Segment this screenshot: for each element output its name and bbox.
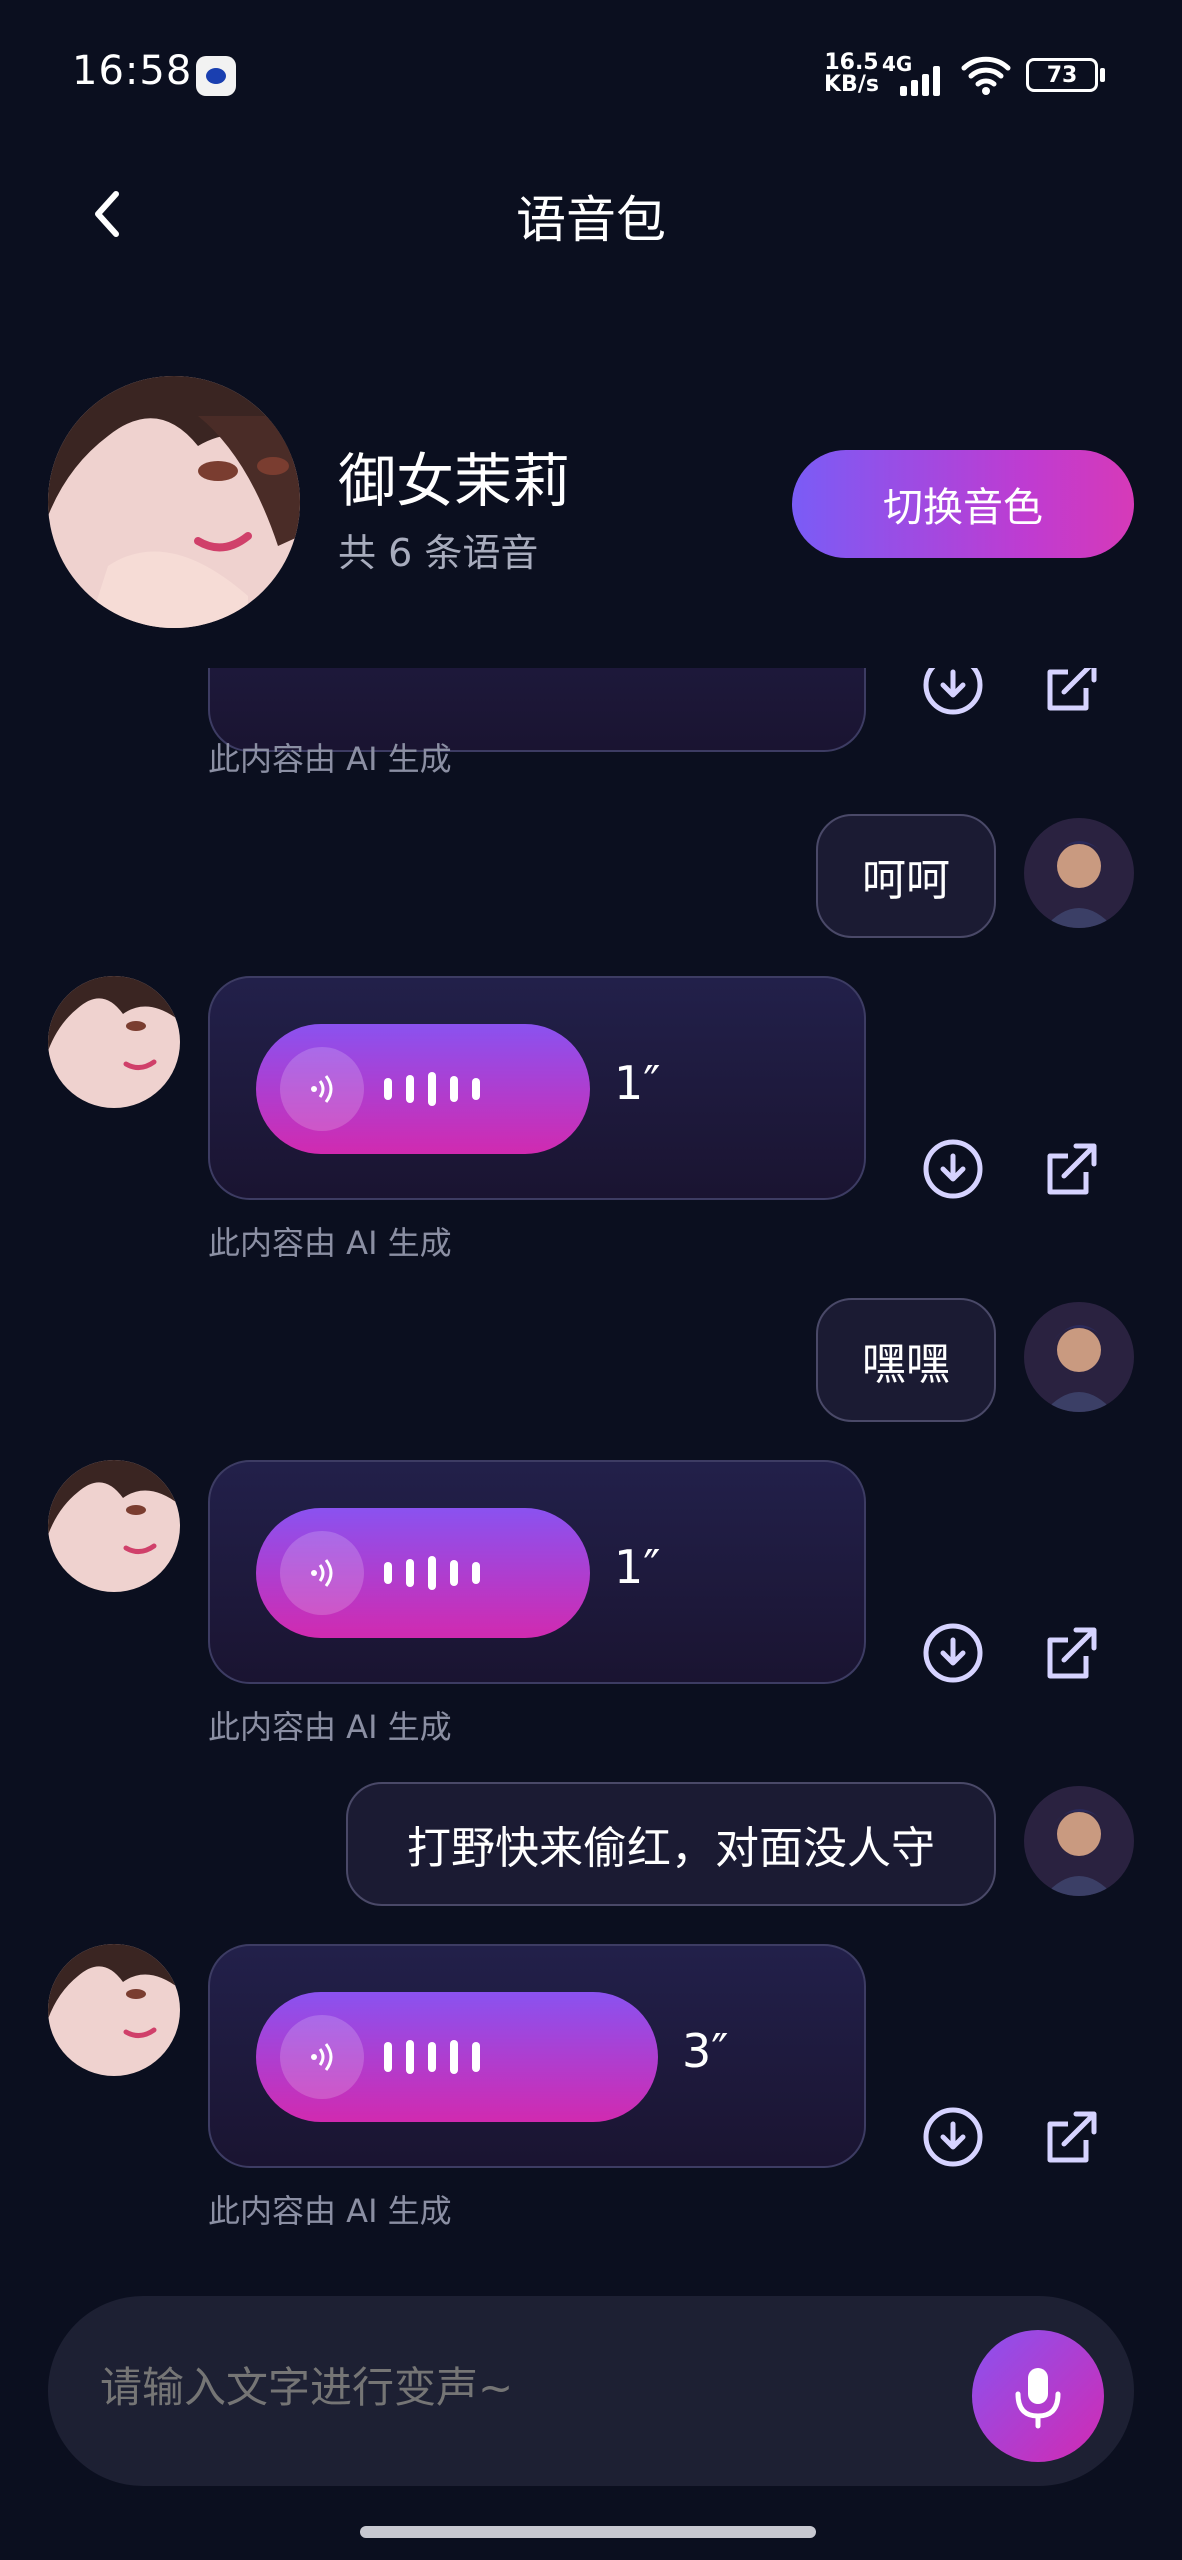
mic-button[interactable] [972, 2330, 1104, 2462]
ai-voice-card: 1″ [208, 976, 866, 1200]
app-notification-icon [196, 56, 236, 96]
voice-text-input[interactable] [98, 2362, 982, 2413]
user-avatar [1024, 1302, 1134, 1412]
status-time: 16:58 [72, 48, 193, 94]
voice-duration: 1″ [614, 1056, 661, 1110]
battery-cap [1100, 68, 1105, 82]
home-indicator[interactable] [360, 2526, 816, 2538]
battery-indicator: 73 [1026, 58, 1098, 92]
share-icon[interactable] [1040, 2104, 1106, 2170]
download-icon[interactable] [920, 668, 986, 718]
user-message-bubble: 打野快来偷红，对面没人守 [346, 1782, 996, 1906]
voice-duration: 3″ [682, 2024, 729, 2078]
ai-avatar [48, 1944, 180, 2076]
waveform-icon [384, 2040, 494, 2074]
waveform-icon [384, 1072, 494, 1106]
page-title: 语音包 [516, 191, 666, 249]
signal-icon [896, 60, 948, 96]
download-icon[interactable] [920, 1136, 986, 1202]
share-icon[interactable] [1040, 1136, 1106, 1202]
network-speed-value: 16.5 [824, 50, 879, 75]
input-bar [48, 2296, 1134, 2486]
share-icon[interactable] [1040, 668, 1106, 718]
ai-avatar [48, 1460, 180, 1592]
voice-name: 御女茉莉 [338, 447, 571, 515]
download-icon[interactable] [920, 2104, 986, 2170]
ai-generated-note: 此内容由 AI 生成 [208, 2192, 452, 2230]
voice-duration: 1″ [614, 1540, 661, 1594]
switch-voice-button[interactable]: 切换音色 [792, 450, 1134, 558]
voice-count: 共 6 条语音 [338, 531, 539, 575]
ai-voice-card: 1″ [208, 1460, 866, 1684]
network-speed-unit: KB/s [824, 72, 879, 97]
share-icon[interactable] [1040, 1620, 1106, 1686]
ai-generated-note: 此内容由 AI 生成 [208, 1708, 452, 1746]
ai-avatar [48, 976, 180, 1108]
speaker-icon [280, 1531, 364, 1615]
voice-play-button[interactable] [256, 1992, 658, 2122]
user-message-bubble: 呵呵 [816, 814, 996, 938]
ai-voice-card: 3″ [208, 1944, 866, 2168]
speaker-icon [280, 1047, 364, 1131]
user-avatar [1024, 818, 1134, 928]
network-speed: 16.5 KB/s [824, 52, 879, 96]
download-icon[interactable] [920, 1620, 986, 1686]
user-message-bubble: 嘿嘿 [816, 1298, 996, 1422]
voice-play-button[interactable] [256, 1024, 590, 1154]
wifi-icon [961, 56, 1011, 95]
message-list[interactable]: 此内容由 AI 生成 呵呵 1″ 此内容由 AI 生成 嘿嘿 1″ 此内容由 A… [0, 668, 1182, 2258]
ai-generated-note: 此内容由 AI 生成 [208, 740, 452, 778]
ai-generated-note: 此内容由 AI 生成 [208, 1224, 452, 1262]
voice-avatar [48, 376, 300, 628]
user-avatar [1024, 1786, 1134, 1896]
microphone-icon [1015, 2368, 1061, 2429]
speaker-icon [280, 2015, 364, 2099]
waveform-icon [384, 1556, 494, 1590]
voice-play-button[interactable] [256, 1508, 590, 1638]
